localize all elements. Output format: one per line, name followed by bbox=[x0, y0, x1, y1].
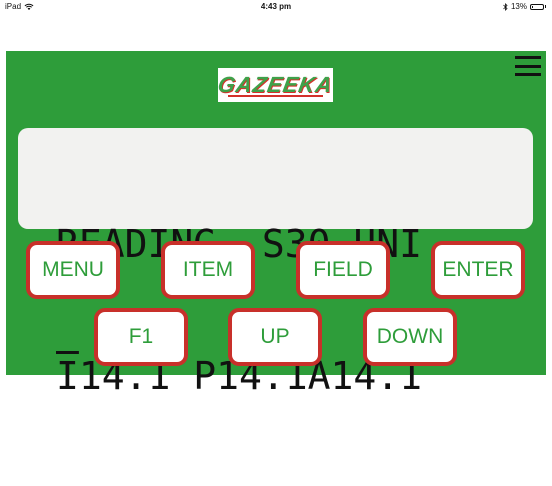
field-button[interactable]: FIELD bbox=[296, 241, 390, 299]
battery-icon bbox=[530, 3, 544, 10]
up-button[interactable]: UP bbox=[228, 308, 322, 366]
status-bar: iPad 4:43 pm 13% bbox=[0, 0, 552, 14]
down-button[interactable]: DOWN bbox=[363, 308, 457, 366]
battery-percent: 13% bbox=[510, 2, 527, 11]
logo-underline bbox=[228, 95, 323, 97]
enter-button[interactable]: ENTER bbox=[431, 241, 525, 299]
battery-tip bbox=[545, 5, 546, 8]
item-button[interactable]: ITEM bbox=[161, 241, 255, 299]
status-right: 13% bbox=[503, 2, 546, 11]
brand-logo: GAZEEKA bbox=[216, 68, 335, 102]
status-time: 4:43 pm bbox=[260, 2, 292, 11]
control-panel: GAZEEKA READING S30 UNI I14.1 P14.1A14.1… bbox=[6, 51, 546, 398]
hamburger-menu-icon[interactable] bbox=[515, 56, 541, 76]
lcd-cursor-char-2: I bbox=[56, 354, 79, 398]
lcd-display: READING S30 UNI I14.1 P14.1A14.1 bbox=[18, 128, 533, 398]
bluetooth-icon bbox=[503, 2, 508, 11]
battery-fill bbox=[532, 5, 533, 8]
f1-button[interactable]: F1 bbox=[94, 308, 188, 366]
menu-button[interactable]: MENU bbox=[26, 241, 120, 299]
